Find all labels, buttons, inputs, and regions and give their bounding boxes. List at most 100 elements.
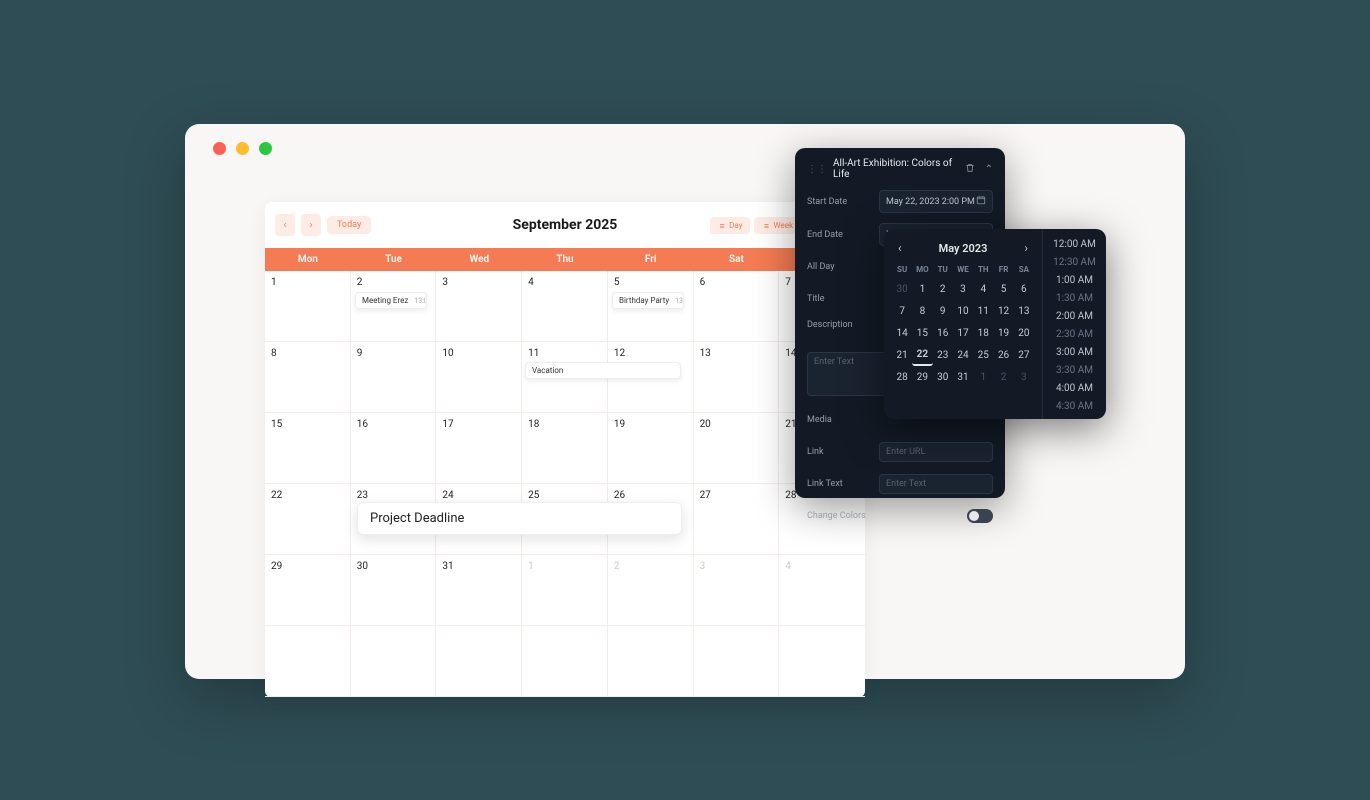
picker-day[interactable]: 30 <box>892 278 912 300</box>
picker-day[interactable]: 26 <box>993 344 1013 366</box>
day-cell[interactable]: 1 <box>265 271 351 342</box>
picker-day[interactable]: 8 <box>912 300 932 322</box>
day-cell[interactable]: 30 <box>351 555 437 626</box>
day-cell[interactable]: 3 <box>694 555 780 626</box>
picker-day[interactable]: 28 <box>892 366 912 388</box>
picker-day[interactable]: 6 <box>1014 278 1034 300</box>
day-cell[interactable]: 16 <box>351 413 437 484</box>
picker-day[interactable]: 20 <box>1014 322 1034 344</box>
start-date-field[interactable]: May 22, 2023 2:00 PM <box>879 190 993 213</box>
event-birthday[interactable]: Birthday Party 13:00 <box>612 292 684 309</box>
picker-day[interactable]: 1 <box>973 366 993 388</box>
picker-day[interactable]: 9 <box>933 300 953 322</box>
next-month-button[interactable]: › <box>301 214 321 236</box>
day-cell[interactable]: 2 <box>608 555 694 626</box>
day-cell[interactable]: 8 <box>265 342 351 413</box>
day-cell[interactable]: 10 <box>436 342 522 413</box>
day-cell[interactable] <box>694 626 780 697</box>
picker-day[interactable]: 18 <box>973 322 993 344</box>
picker-day[interactable]: 2 <box>993 366 1013 388</box>
event-project-deadline[interactable]: Project Deadline <box>357 502 682 535</box>
picker-day[interactable]: 21 <box>892 344 912 366</box>
day-cell[interactable]: 15 <box>265 413 351 484</box>
day-cell[interactable] <box>351 626 437 697</box>
prev-month-button[interactable]: ‹ <box>275 214 295 236</box>
picker-day[interactable]: 3 <box>953 278 973 300</box>
trash-icon[interactable] <box>965 163 975 176</box>
picker-day[interactable]: 23 <box>933 344 953 366</box>
picker-day[interactable]: 1 <box>912 278 932 300</box>
day-cell[interactable]: 4 <box>779 555 865 626</box>
picker-day[interactable]: 4 <box>973 278 993 300</box>
picker-day[interactable]: 27 <box>1014 344 1034 366</box>
day-cell[interactable]: 22 <box>265 484 351 555</box>
today-button[interactable]: Today <box>327 216 371 234</box>
time-option[interactable]: 3:00 AM <box>1056 345 1093 361</box>
picker-day[interactable]: 31 <box>953 366 973 388</box>
picker-day[interactable]: 10 <box>953 300 973 322</box>
day-number: 3 <box>442 277 515 288</box>
day-cell[interactable]: 6 <box>694 271 780 342</box>
picker-day[interactable]: 3 <box>1014 366 1034 388</box>
change-colors-toggle[interactable] <box>967 509 993 523</box>
drag-handle-icon[interactable]: ⋮⋮ <box>807 164 827 175</box>
day-cell[interactable] <box>779 626 865 697</box>
time-option[interactable]: 4:30 AM <box>1056 399 1093 415</box>
picker-day[interactable]: 24 <box>953 344 973 366</box>
event-meeting[interactable]: Meeting Erez 13:00 <box>355 292 427 309</box>
link-input[interactable] <box>879 442 993 462</box>
day-cell[interactable]: 1 <box>522 555 608 626</box>
picker-prev-button[interactable]: ‹ <box>892 239 908 257</box>
picker-day[interactable]: 22 <box>912 344 932 366</box>
picker-day[interactable]: 12 <box>993 300 1013 322</box>
picker-day[interactable]: 16 <box>933 322 953 344</box>
day-cell[interactable]: 18 <box>522 413 608 484</box>
time-option[interactable]: 1:00 AM <box>1056 273 1093 289</box>
picker-day[interactable]: 5 <box>993 278 1013 300</box>
time-option[interactable]: 2:30 AM <box>1056 327 1093 343</box>
day-cell[interactable]: 27 <box>694 484 780 555</box>
time-option[interactable]: 3:30 AM <box>1056 363 1093 379</box>
day-cell[interactable]: 4 <box>522 271 608 342</box>
day-cell[interactable]: 20 <box>694 413 780 484</box>
time-option[interactable]: 12:00 AM <box>1053 237 1096 253</box>
picker-day[interactable]: 11 <box>973 300 993 322</box>
time-option[interactable]: 2:00 AM <box>1056 309 1093 325</box>
day-cell[interactable]: 29 <box>265 555 351 626</box>
day-number: 20 <box>700 419 773 430</box>
traffic-minimize[interactable] <box>236 142 249 155</box>
view-tab-day-label: Day <box>729 221 742 230</box>
day-cell[interactable]: 17 <box>436 413 522 484</box>
traffic-close[interactable] <box>213 142 226 155</box>
time-option[interactable]: 1:30 AM <box>1056 291 1093 307</box>
collapse-icon[interactable]: ⌃ <box>985 164 993 175</box>
day-cell[interactable]: 13 <box>694 342 780 413</box>
time-picker[interactable]: 12:00 AM 12:30 AM 1:00 AM 1:30 AM 2:00 AM 2:3… <box>1042 229 1106 419</box>
day-cell[interactable] <box>265 626 351 697</box>
picker-day[interactable]: 30 <box>933 366 953 388</box>
event-vacation[interactable]: Vacation <box>525 362 681 379</box>
picker-day[interactable]: 7 <box>892 300 912 322</box>
picker-day[interactable]: 17 <box>953 322 973 344</box>
day-cell[interactable]: 31 <box>436 555 522 626</box>
picker-day[interactable]: 13 <box>1014 300 1034 322</box>
day-cell[interactable] <box>522 626 608 697</box>
time-option[interactable]: 12:30 AM <box>1053 255 1096 271</box>
traffic-zoom[interactable] <box>259 142 272 155</box>
picker-day[interactable]: 2 <box>933 278 953 300</box>
time-option[interactable]: 4:00 AM <box>1056 381 1093 397</box>
day-cell[interactable] <box>436 626 522 697</box>
picker-day[interactable]: 29 <box>912 366 932 388</box>
picker-day[interactable]: 25 <box>973 344 993 366</box>
picker-day[interactable]: 14 <box>892 322 912 344</box>
picker-next-button[interactable]: › <box>1018 239 1034 257</box>
day-cell[interactable]: 9 <box>351 342 437 413</box>
picker-day[interactable]: 15 <box>912 322 932 344</box>
day-cell[interactable]: 3 <box>436 271 522 342</box>
link-text-input[interactable] <box>879 474 993 494</box>
day-cell[interactable] <box>608 626 694 697</box>
day-cell[interactable]: 19 <box>608 413 694 484</box>
picker-day[interactable]: 19 <box>993 322 1013 344</box>
event-title: Birthday Party <box>619 296 669 305</box>
view-tab-day[interactable]: Day <box>710 217 750 234</box>
